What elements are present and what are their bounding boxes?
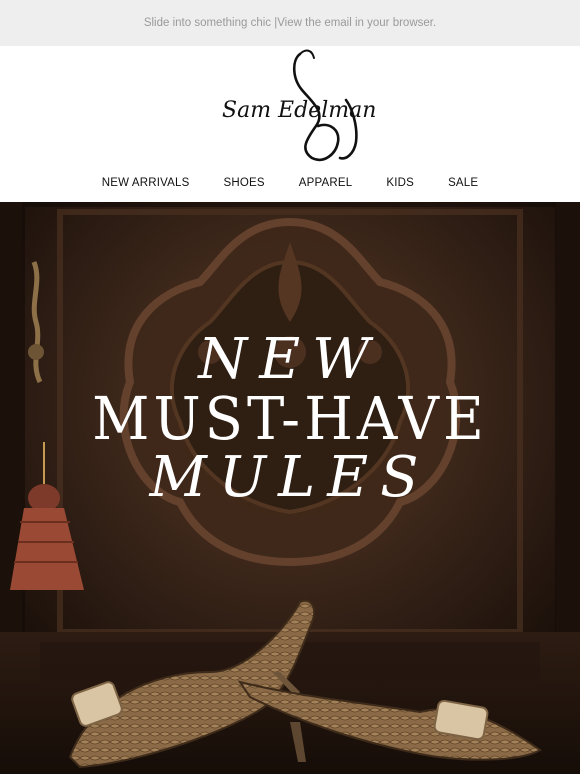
brand-logo[interactable]: Sam Edelman — [0, 46, 580, 164]
nav-new-arrivals[interactable]: NEW ARRIVALS — [102, 177, 190, 189]
hero-headline-line1: NEW — [198, 327, 382, 392]
hero-headline-line2: MUST-HAVE — [92, 385, 488, 454]
nav-apparel[interactable]: APPAREL — [299, 177, 353, 189]
nav-kids[interactable]: KIDS — [386, 177, 414, 189]
preheader-text: Slide into something chic | — [143, 17, 278, 29]
nav-shoes[interactable]: SHOES — [224, 177, 265, 189]
view-in-browser-link[interactable]: View the email in your browser. — [277, 17, 436, 29]
hero-headline-line3: MULES — [149, 445, 431, 510]
main-nav: NEW ARRIVALS SHOES APPAREL KIDS SALE — [0, 164, 580, 202]
hero-banner[interactable]: NEW MUST-HAVE MULES — [0, 202, 580, 774]
preheader-bar: Slide into something chic | View the ema… — [0, 0, 580, 46]
sam-edelman-logo: Sam Edelman — [222, 49, 376, 162]
nav-sale[interactable]: SALE — [448, 177, 478, 189]
